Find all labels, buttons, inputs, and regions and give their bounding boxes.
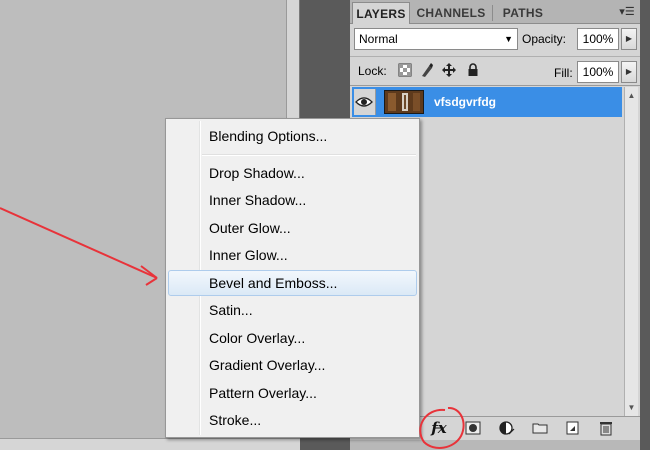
tab-paths[interactable]: PATHS xyxy=(494,2,552,24)
menu-item-gradient-overlay[interactable]: Gradient Overlay... xyxy=(168,352,417,378)
menu-item-bevel-and-emboss[interactable]: Bevel and Emboss... xyxy=(168,270,417,296)
menu-item-outer-glow[interactable]: Outer Glow... xyxy=(168,215,417,241)
menu-item-drop-shadow[interactable]: Drop Shadow... xyxy=(168,160,417,186)
fill-slider-button[interactable]: ▶ xyxy=(621,61,637,83)
opacity-label: Opacity: xyxy=(522,32,567,46)
menu-item-inner-shadow[interactable]: Inner Shadow... xyxy=(168,187,417,213)
layers-scrollbar[interactable]: ▲ ▼ xyxy=(624,87,638,417)
canvas-horizontal-scrollbar[interactable] xyxy=(0,438,300,450)
delete-layer-icon[interactable] xyxy=(597,419,615,437)
scroll-down-icon[interactable]: ▼ xyxy=(625,401,638,415)
visibility-toggle[interactable] xyxy=(354,89,376,115)
scroll-up-icon[interactable]: ▲ xyxy=(625,89,638,103)
panel-menu-icon[interactable]: ▾☰ xyxy=(618,4,636,20)
layer-name: vfsdgvrfdg xyxy=(434,95,497,109)
blend-mode-value: Normal xyxy=(359,32,398,46)
lock-transparent-pixels-icon[interactable] xyxy=(398,63,412,77)
lock-image-pixels-icon[interactable] xyxy=(420,63,434,77)
layer-thumbnail xyxy=(384,90,424,114)
lock-label: Lock: xyxy=(358,64,387,78)
fill-field[interactable]: 100% xyxy=(577,61,619,83)
fill-label: Fill: xyxy=(554,66,573,80)
menu-item-pattern-overlay[interactable]: Pattern Overlay... xyxy=(168,380,417,406)
tab-channels[interactable]: CHANNELS xyxy=(412,2,490,24)
layer-thumbnail-image xyxy=(385,91,423,113)
dropdown-arrow-icon: ▼ xyxy=(504,34,513,44)
tab-separator xyxy=(492,5,493,21)
panel-tabs: LAYERS CHANNELS PATHS ▾☰ xyxy=(350,0,640,24)
tab-layers[interactable]: LAYERS xyxy=(352,2,410,24)
menu-separator xyxy=(202,154,416,156)
menu-item-satin[interactable]: Satin... xyxy=(168,297,417,323)
fx-icon[interactable]: fx xyxy=(428,418,450,438)
menu-item-inner-glow[interactable]: Inner Glow... xyxy=(168,242,417,268)
layer-style-menu: Blending Options... Drop Shadow... Inner… xyxy=(165,118,420,438)
opacity-field[interactable]: 100% xyxy=(577,28,619,50)
add-mask-icon[interactable] xyxy=(464,419,482,437)
blend-mode-select[interactable]: Normal ▼ xyxy=(354,28,518,50)
panel-gutter-right xyxy=(640,0,650,450)
menu-item-color-overlay[interactable]: Color Overlay... xyxy=(168,325,417,351)
menu-item-stroke[interactable]: Stroke... xyxy=(168,407,417,433)
layer-row[interactable]: vfsdgvrfdg xyxy=(352,87,622,117)
lock-position-icon[interactable] xyxy=(442,63,456,77)
adjustment-layer-icon[interactable] xyxy=(498,419,516,437)
new-group-icon[interactable] xyxy=(531,419,549,437)
new-layer-icon[interactable] xyxy=(563,419,581,437)
eye-icon xyxy=(355,97,373,107)
opacity-slider-button[interactable]: ▶ xyxy=(621,28,637,50)
lock-all-icon[interactable] xyxy=(466,63,480,77)
menu-item-blending-options[interactable]: Blending Options... xyxy=(168,123,417,149)
